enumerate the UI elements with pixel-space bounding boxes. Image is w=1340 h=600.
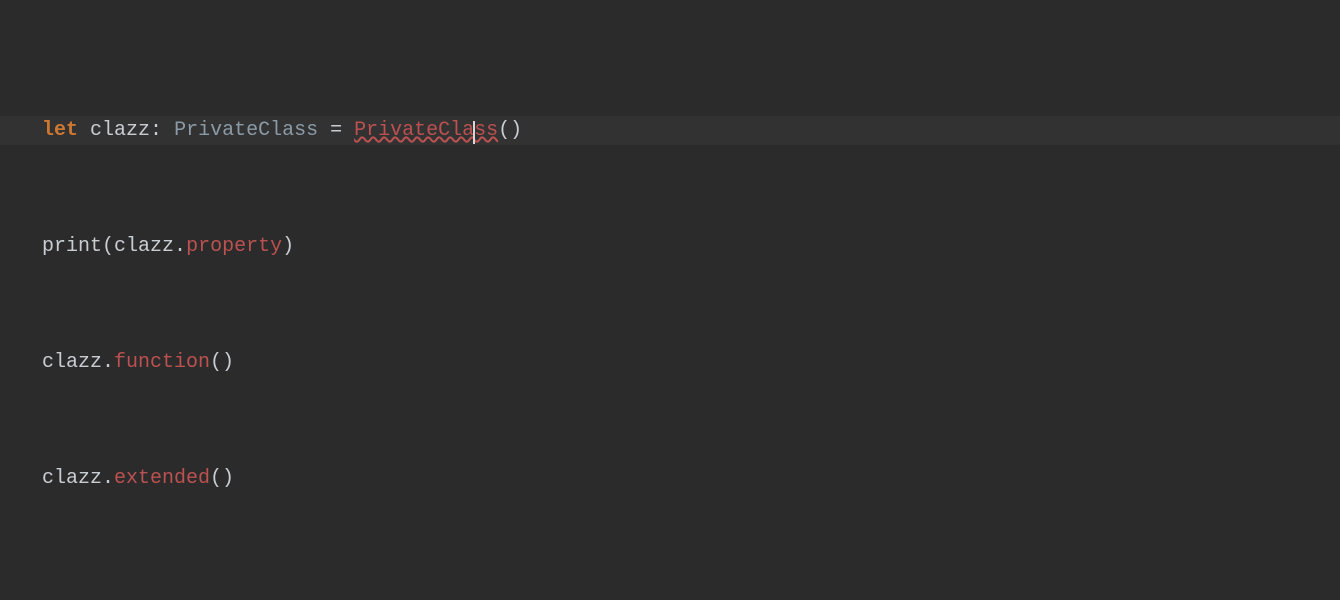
code-line[interactable]: let clazz: PrivateClass = PrivateClass() [0, 116, 1340, 145]
code-line[interactable]: clazz.extended() [0, 464, 1340, 493]
error-reference: ss [474, 119, 498, 142]
keyword-let: let [42, 119, 78, 142]
identifier: print [42, 235, 102, 258]
blank-line [0, 580, 1340, 600]
member-ref: extended [114, 467, 210, 490]
identifier: clazz [90, 119, 150, 142]
code-line[interactable]: print(clazz.property) [0, 232, 1340, 261]
code-line[interactable]: clazz.function() [0, 348, 1340, 377]
member-ref: function [114, 351, 210, 374]
member-ref: property [186, 235, 282, 258]
text-cursor [473, 121, 475, 144]
code-editor[interactable]: let clazz: PrivateClass = PrivateClass()… [0, 0, 1340, 600]
type-annotation: PrivateClass [174, 119, 318, 142]
error-reference: PrivateCla [354, 119, 474, 142]
